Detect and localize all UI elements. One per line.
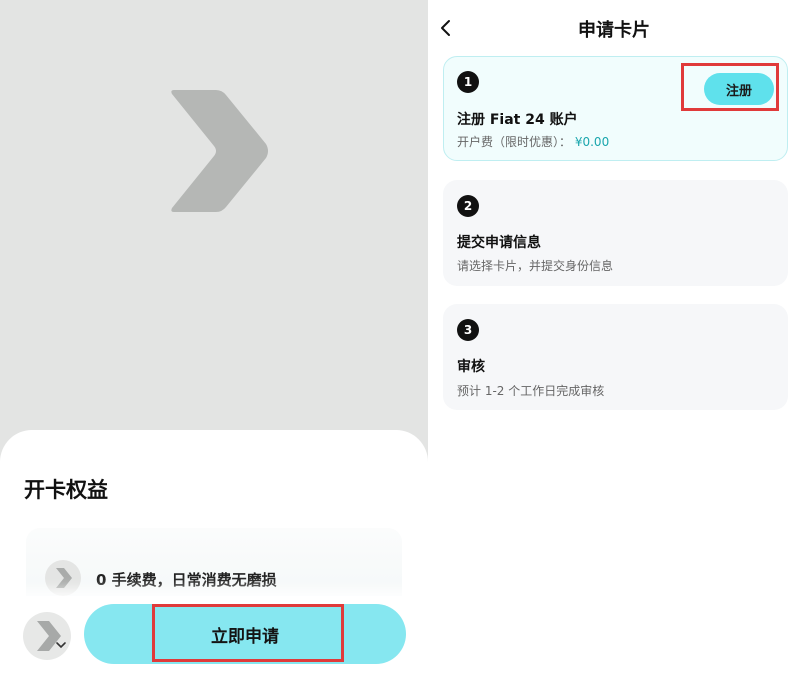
chevron-down-icon[interactable]	[55, 640, 67, 650]
brand-chevron-icon	[171, 90, 268, 212]
fee-label: 开户费（限时优惠）：	[457, 135, 572, 149]
apply-now-label: 立即申请	[211, 626, 279, 646]
apply-now-button[interactable]: 立即申请	[84, 604, 406, 664]
benefits-title: 开卡权益	[24, 478, 108, 502]
register-button[interactable]: 注册	[704, 73, 774, 105]
step-number-badge: 2	[457, 195, 479, 217]
step-subtitle: 请选择卡片，并提交身份信息	[457, 259, 614, 273]
step-title: 审核	[457, 359, 485, 375]
step-subtitle: 预计 1-2 个工作日完成审核	[457, 384, 605, 398]
card-thumbnail-icon[interactable]	[22, 611, 72, 661]
screen: 开卡权益 0 手续费，日常消费无磨损 立即申请 申请卡片 1 注册 Fiat 2…	[0, 0, 800, 680]
step-number-badge: 1	[457, 71, 479, 93]
benefit-text: 0 手续费，日常消费无磨损	[96, 571, 277, 589]
step-title: 注册 Fiat 24 账户	[457, 112, 578, 128]
step-subtitle: 开户费（限时优惠）： ¥0.00	[457, 133, 609, 150]
page-title: 申请卡片	[578, 20, 650, 41]
benefit-chevron-icon	[45, 560, 81, 596]
step-number-badge: 3	[457, 319, 479, 341]
step-title: 提交申请信息	[457, 235, 541, 251]
fee-value: ¥0.00	[574, 135, 610, 149]
